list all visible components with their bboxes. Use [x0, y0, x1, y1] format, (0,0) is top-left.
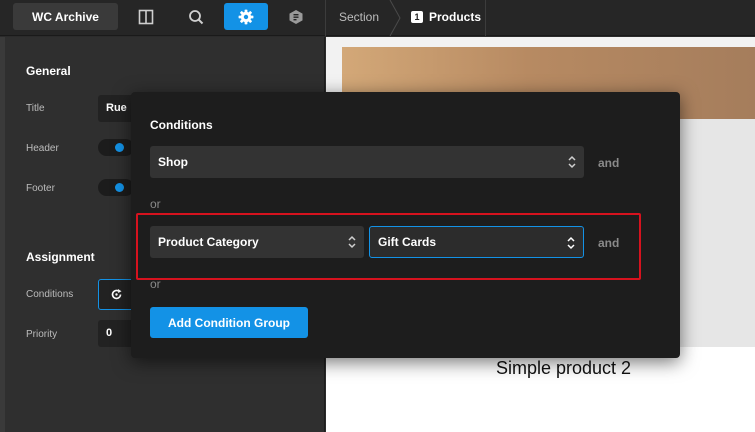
breadcrumb-chevron-icon [389, 0, 401, 36]
app-title-button[interactable]: WC Archive [13, 3, 118, 30]
gear-icon [238, 9, 254, 24]
assignment-heading: Assignment [26, 250, 95, 264]
template-icon [289, 9, 303, 24]
or-separator-1: or [150, 197, 161, 211]
settings-button[interactable] [224, 3, 268, 30]
conditions-popover: Conditions Shop and or Product Category … [131, 92, 680, 358]
add-condition-group-button[interactable]: Add Condition Group [150, 307, 308, 338]
breadcrumb-section[interactable]: Section [339, 10, 379, 24]
select-arrows-icon [348, 235, 356, 249]
title-label: Title [26, 103, 45, 114]
conditions-icon [111, 289, 121, 300]
footer-toggle[interactable] [98, 179, 134, 196]
select-arrows-icon [567, 236, 575, 250]
templates-button[interactable] [274, 3, 318, 30]
layout-toggle-button[interactable] [124, 3, 168, 30]
and-joiner-2[interactable]: and [598, 236, 619, 250]
priority-label: Priority [26, 329, 58, 340]
product-title[interactable]: Simple product 2 [496, 358, 631, 379]
condition-type-value-1: Shop [158, 155, 188, 169]
condition-value-select-2[interactable]: Gift Cards [369, 226, 584, 258]
breadcrumb-divider [485, 0, 486, 36]
toolbar-divider [325, 0, 326, 36]
search-button[interactable] [174, 3, 218, 30]
header-toggle-knob [115, 143, 124, 152]
select-arrows-icon [568, 155, 576, 169]
conditions-button[interactable] [98, 279, 134, 310]
layout-icon [138, 9, 154, 24]
condition-type-value-2: Product Category [158, 235, 259, 249]
condition-type-select-2[interactable]: Product Category [150, 226, 364, 258]
top-toolbar: WC Archive Section 1 Products [0, 0, 755, 36]
breadcrumb-products[interactable]: 1 Products [411, 10, 481, 24]
and-joiner-1[interactable]: and [598, 156, 619, 170]
general-heading: General [26, 64, 71, 78]
breadcrumb-index-badge: 1 [411, 11, 423, 23]
conditions-title: Conditions [150, 118, 213, 132]
search-icon [189, 9, 204, 24]
or-separator-2: or [150, 277, 161, 291]
header-label: Header [26, 143, 59, 154]
footer-toggle-knob [115, 183, 124, 192]
header-toggle[interactable] [98, 139, 134, 156]
priority-input[interactable]: 0 [98, 320, 134, 347]
condition-value-2: Gift Cards [378, 235, 437, 249]
footer-label: Footer [26, 183, 55, 194]
breadcrumb-products-label: Products [429, 10, 482, 24]
condition-type-select-1[interactable]: Shop [150, 146, 584, 178]
conditions-label: Conditions [26, 289, 74, 300]
